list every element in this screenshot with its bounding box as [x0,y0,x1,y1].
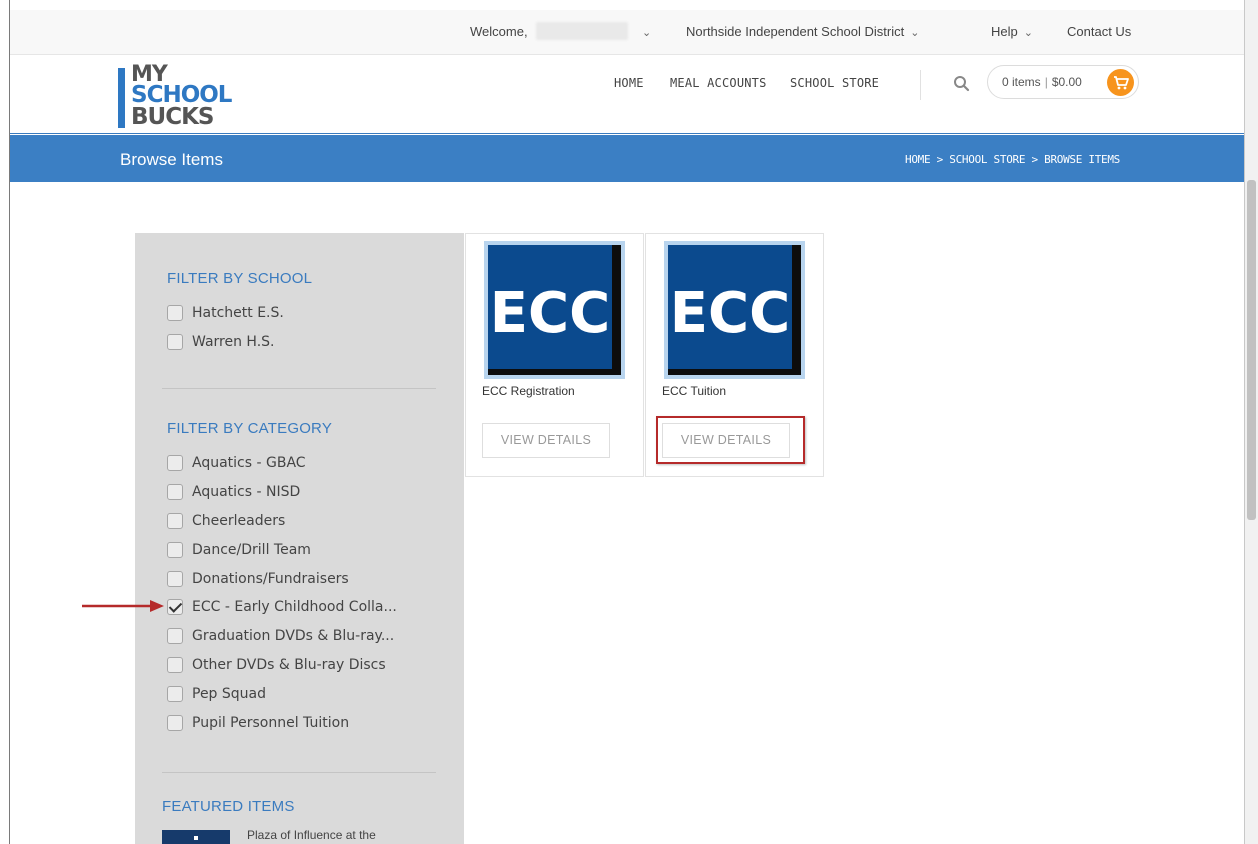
checkbox[interactable] [167,305,183,321]
annotation-highlight-box [656,416,805,464]
chevron-down-icon: ⌄ [910,27,920,39]
checkbox-label: Aquatics - NISD [192,484,301,500]
school-filter-warren[interactable]: Warren H.S. [167,331,275,353]
district-label: Northside Independent School District [686,24,905,39]
checkbox-label: Pupil Personnel Tuition [192,715,350,731]
category-filter-graduation-dvds[interactable]: Graduation DVDs & Blu-ray... [167,625,394,647]
product-card[interactable]: ECC ECC Registration VIEW DETAILS [465,233,644,477]
annotation-arrow-icon [82,600,164,612]
logo-line-3: BUCKS [131,104,214,130]
help-label: Help [991,24,1018,39]
myschoolbucks-logo[interactable]: MY SCHOOL BUCKS [118,62,248,130]
checkbox[interactable] [167,455,183,471]
ecc-registration-image[interactable]: ECC [484,241,625,379]
checkbox-checked[interactable] [167,599,183,615]
category-filter-dance-drill[interactable]: Dance/Drill Team [167,539,311,561]
checkbox[interactable] [167,628,183,644]
featured-items-heading: FEATURED ITEMS [162,798,295,815]
user-menu-chevron-icon[interactable]: ⌄ [636,24,651,39]
product-image-text: ECC [490,281,610,346]
contact-us-link[interactable]: Contact Us [1067,24,1131,39]
breadcrumb[interactable]: HOME > SCHOOL STORE > BROWSE ITEMS [905,153,1120,166]
category-filter-donations[interactable]: Donations/Fundraisers [167,568,349,590]
district-menu[interactable]: Northside Independent School District ⌄ [686,24,919,39]
divider [162,772,436,773]
redacted-username [536,22,628,40]
nav-school-store[interactable]: SCHOOL STORE [790,76,879,90]
shopping-cart-icon[interactable] [1107,69,1134,96]
checkbox[interactable] [167,715,183,731]
checkbox-label: Cheerleaders [192,513,286,529]
checkbox[interactable] [167,513,183,529]
search-icon[interactable] [950,72,974,96]
nav-divider [920,70,921,100]
featured-item-thumbnail[interactable] [162,830,230,844]
checkbox[interactable] [167,334,183,350]
checkbox-label: Donations/Fundraisers [192,571,349,587]
checkbox-label: Dance/Drill Team [192,542,311,558]
cart-total: $0.00 [1051,75,1082,89]
category-filter-cheerleaders[interactable]: Cheerleaders [167,510,285,532]
checkbox[interactable] [167,484,183,500]
checkbox-label: Warren H.S. [192,334,275,350]
site-header: MY SCHOOL BUCKS HOME MEAL ACCOUNTS SCHOO… [10,56,1244,134]
product-image-text: ECC [670,281,790,346]
help-menu[interactable]: Help ⌄ [991,24,1033,39]
filter-sidebar: FILTER BY SCHOOL Hatchett E.S. Warren H.… [135,233,464,844]
checkbox-label: Aquatics - GBAC [192,455,306,471]
nav-home[interactable]: HOME [614,76,644,90]
nav-meal-accounts[interactable]: MEAL ACCOUNTS [670,76,767,90]
welcome-label: Welcome, [470,24,528,39]
category-filter-other-dvds[interactable]: Other DVDs & Blu-ray Discs [167,654,386,676]
checkbox-label: Pep Squad [192,686,267,702]
cart-button[interactable]: 0 items | $0.00 [987,65,1139,99]
category-filter-aquatics-nisd[interactable]: Aquatics - NISD [167,481,300,503]
checkbox-label: ECC - Early Childhood Colla... [192,599,397,615]
ecc-tuition-image[interactable]: ECC [664,241,805,379]
view-details-button[interactable]: VIEW DETAILS [482,423,610,458]
cart-item-count: 0 items [1002,75,1041,89]
checkbox[interactable] [167,686,183,702]
checkbox-label: Graduation DVDs & Blu-ray... [192,628,395,644]
featured-item-link[interactable]: Plaza of Influence at the [247,828,376,842]
product-name[interactable]: ECC Registration [482,384,575,398]
filter-by-school-heading: FILTER BY SCHOOL [167,270,313,287]
page-title-bar: Browse Items HOME > SCHOOL STORE > BROWS… [10,135,1244,182]
checkbox[interactable] [167,542,183,558]
category-filter-aquatics-gbac[interactable]: Aquatics - GBAC [167,452,306,474]
checkbox[interactable] [167,657,183,673]
filter-by-category-heading: FILTER BY CATEGORY [167,420,333,437]
category-filter-pep-squad[interactable]: Pep Squad [167,683,266,705]
logo-bar [118,68,125,128]
checkbox[interactable] [167,571,183,587]
divider [162,388,436,389]
school-filter-hatchett[interactable]: Hatchett E.S. [167,302,284,324]
page-title: Browse Items [120,150,223,169]
category-filter-ecc[interactable]: ECC - Early Childhood Colla... [167,596,397,618]
chevron-down-icon: ⌄ [1023,27,1033,39]
scrollbar-thumb[interactable] [1247,180,1256,520]
checkbox-label: Other DVDs & Blu-ray Discs [192,657,386,673]
category-filter-pupil-personnel[interactable]: Pupil Personnel Tuition [167,712,349,734]
checkbox-label: Hatchett E.S. [192,305,284,321]
product-name[interactable]: ECC Tuition [662,384,726,398]
